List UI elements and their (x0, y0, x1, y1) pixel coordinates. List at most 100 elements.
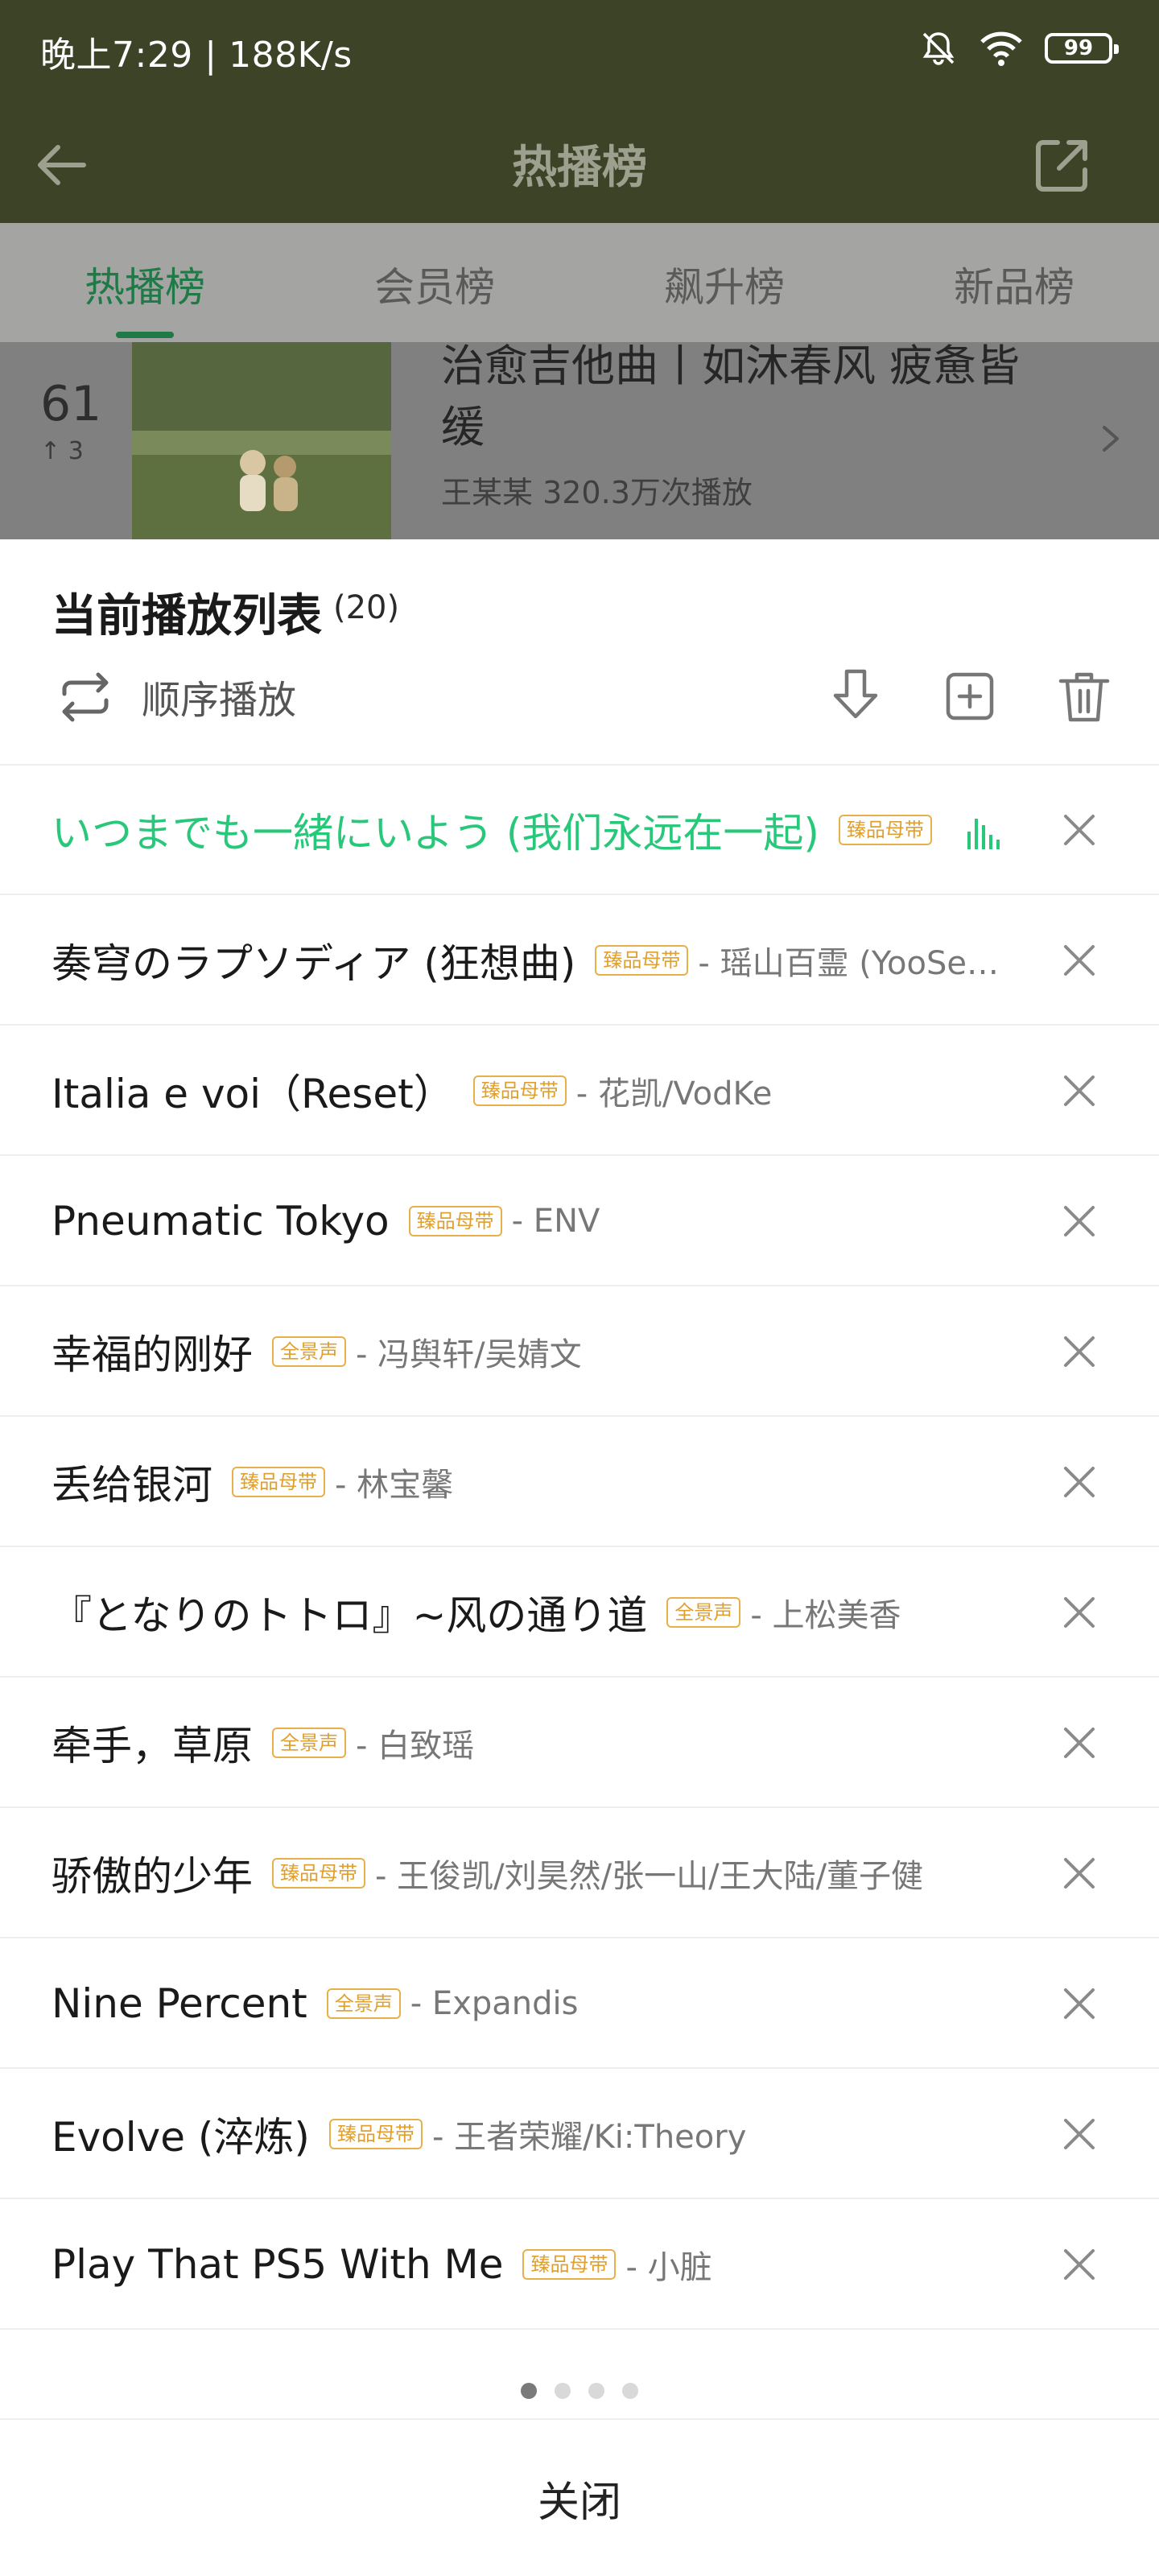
chart-list-item[interactable]: 61 ↑ 3 治愈吉他曲丨如沐春风 疲惫皆缓 王某某 320.3万次播放 (0, 341, 1159, 539)
page-dot (521, 2383, 537, 2399)
song-row-content: 幸福的刚好 全景声 - 冯舆轩/吴婧文 (52, 1286, 1017, 1417)
song-row[interactable]: Italia e voi（Reset） 臻品母带 - 花凯/VodKe (0, 1026, 1159, 1156)
quality-badge: 全景声 (272, 1336, 346, 1367)
sheet-header: 当前播放列表 (20) 顺序播放 (0, 539, 1159, 766)
tab-bar: 热播榜 会员榜 飙升榜 新品榜 (0, 223, 1159, 342)
song-artist: - 王者荣耀/Ki:Theory (431, 2119, 747, 2156)
tab-label: 会员榜 (374, 264, 495, 311)
page-indicator (0, 2375, 1159, 2407)
song-row[interactable]: Pneumatic Tokyo 臻品母带 - ENV (0, 1156, 1159, 1286)
song-row-content: 奏穹のラプソディア (狂想曲) 臻品母带 - 瑶山百霊 (YooSeeTwins) (52, 895, 1017, 1026)
tab-member[interactable]: 会员榜 (290, 223, 580, 342)
trash-icon[interactable] (1048, 660, 1120, 733)
song-name: 骄傲的少年 (52, 1853, 253, 1900)
remove-song-icon[interactable] (1061, 2246, 1098, 2283)
song-artist: - 白致瑶 (356, 1728, 475, 1765)
tab-new[interactable]: 新品榜 (869, 223, 1159, 342)
tab-label: 新品榜 (954, 264, 1074, 311)
song-name: 牵手，草原 (52, 1723, 253, 1769)
rank-change: ↑ 3 (40, 437, 84, 465)
up-arrow-icon: ↑ (40, 437, 61, 465)
song-row-content: いつまでも一緒にいよう (我们永远在一起) 臻品母带 (52, 765, 1017, 895)
song-row[interactable]: 幸福的刚好 全景声 - 冯舆轩/吴婧文 (0, 1286, 1159, 1417)
now-playing-equalizer-icon (967, 819, 1000, 849)
song-artist: - ENV (511, 1203, 600, 1240)
remove-song-icon[interactable] (1061, 1594, 1098, 1631)
song-row[interactable]: 奏穹のラプソディア (狂想曲) 臻品母带 - 瑶山百霊 (YooSeeTwins) (0, 895, 1159, 1026)
song-row-content: 『となりのトトロ』~风の通り道 全景声 - 上松美香 (52, 1547, 1017, 1678)
remove-song-icon[interactable] (1061, 1724, 1098, 1761)
quality-badge: 臻品母带 (595, 945, 689, 976)
quality-badge: 臻品母带 (522, 2249, 617, 2280)
song-name: 奏穹のラプソディア (狂想曲) (52, 940, 576, 987)
remove-song-icon[interactable] (1061, 1985, 1098, 2022)
song-artist: - 王俊凯/刘昊然/张一山/王大陆/董子健 (375, 1858, 924, 1895)
download-icon[interactable] (819, 660, 892, 733)
quality-badge: 臻品母带 (472, 1075, 567, 1106)
quality-badge: 全景声 (272, 1728, 346, 1758)
quality-badge: 臻品母带 (838, 815, 932, 845)
playlist-sheet: 当前播放列表 (20) 顺序播放 いつまでも一緒にいよう (我们永远在一起) 臻品… (0, 539, 1159, 2576)
background-app: 晚上7:29 | 188K/s 99 热播榜 热播榜 会员榜 飙升榜 新品榜 6… (0, 0, 1159, 547)
song-row-content: Nine Percent 全景声 - Expandis (52, 1938, 1017, 2069)
chart-item-meta: 王某某 320.3万次播放 (441, 475, 753, 510)
song-row-content: Evolve (淬炼) 臻品母带 - 王者荣耀/Ki:Theory (52, 2069, 1017, 2199)
repeat-icon[interactable] (53, 665, 118, 729)
remove-song-icon[interactable] (1061, 2116, 1098, 2153)
remove-song-icon[interactable] (1061, 811, 1098, 848)
chevron-right-icon (1103, 426, 1119, 452)
tab-label: 飙升榜 (664, 264, 785, 311)
chart-item-title: 治愈吉他曲丨如沐春风 疲惫皆缓 (441, 341, 1021, 452)
song-artist: - 冯舆轩/吴婧文 (356, 1336, 582, 1373)
song-row-content: Play That PS5 With Me 臻品母带 - 小脏 (52, 2199, 1017, 2330)
song-artist: - 瑶山百霊 (YooSeeTwins) (698, 945, 1017, 982)
quality-badge: 全景声 (326, 1988, 401, 2019)
quality-badge: 臻品母带 (232, 1467, 325, 1497)
song-artist: - Expandis (410, 1985, 579, 2022)
tab-hot[interactable]: 热播榜 (0, 223, 290, 342)
song-row[interactable]: 牵手，草原 全景声 - 白致瑶 (0, 1678, 1159, 1808)
tab-rising[interactable]: 飙升榜 (580, 223, 869, 342)
song-row[interactable]: Nine Percent 全景声 - Expandis (0, 1938, 1159, 2069)
page-dot (588, 2383, 604, 2399)
song-name: Play That PS5 With Me (52, 2241, 504, 2288)
battery-icon: 99 (1045, 33, 1119, 64)
song-row[interactable]: いつまでも一緒にいよう (我们永远在一起) 臻品母带 (0, 765, 1159, 895)
remove-song-icon[interactable] (1061, 1463, 1098, 1501)
nav-bar: 热播榜 (0, 101, 1159, 223)
share-icon[interactable] (1030, 133, 1095, 197)
song-row[interactable]: 丢给银河 臻品母带 - 林宝馨 (0, 1417, 1159, 1547)
quality-badge: 全景声 (666, 1597, 741, 1628)
song-row[interactable]: 骄傲的少年 臻品母带 - 王俊凯/刘昊然/张一山/王大陆/董子健 (0, 1808, 1159, 1938)
page-dot (622, 2383, 638, 2399)
song-name: Italia e voi（Reset） (52, 1071, 454, 1117)
mute-bell-icon (922, 32, 955, 65)
screen: 晚上7:29 | 188K/s 99 热播榜 热播榜 会员榜 飙升榜 新品榜 6… (0, 0, 1159, 2576)
playlist-count: (20) (333, 589, 400, 626)
song-name: Nine Percent (52, 1980, 307, 2027)
wifi-icon (980, 31, 1022, 66)
play-mode-label[interactable]: 顺序播放 (142, 668, 296, 724)
song-name: Pneumatic Tokyo (52, 1198, 390, 1245)
add-to-playlist-icon[interactable] (934, 660, 1006, 733)
remove-song-icon[interactable] (1061, 1333, 1098, 1370)
song-artist: - 小脏 (625, 2249, 712, 2286)
song-row[interactable]: 『となりのトトロ』~风の通り道 全景声 - 上松美香 (0, 1547, 1159, 1678)
close-button[interactable]: 关闭 (0, 2420, 1159, 2576)
quality-badge: 臻品母带 (408, 1206, 502, 1236)
song-row-content: 牵手，草原 全景声 - 白致瑶 (52, 1678, 1017, 1808)
remove-song-icon[interactable] (1061, 1855, 1098, 1892)
rank-number: 61 (40, 376, 102, 432)
song-row-content: Pneumatic Tokyo 臻品母带 - ENV (52, 1156, 1017, 1286)
song-name: 『となりのトトロ』~风の通り道 (52, 1592, 648, 1639)
sheet-title: 当前播放列表 (52, 590, 322, 642)
song-artist: - 林宝馨 (335, 1467, 454, 1504)
song-row-content: Italia e voi（Reset） 臻品母带 - 花凯/VodKe (52, 1026, 1017, 1156)
status-icons: 99 (919, 29, 1119, 68)
remove-song-icon[interactable] (1061, 1203, 1098, 1240)
remove-song-icon[interactable] (1061, 942, 1098, 979)
song-row[interactable]: Play That PS5 With Me 臻品母带 - 小脏 (0, 2199, 1159, 2330)
remove-song-icon[interactable] (1061, 1072, 1098, 1109)
song-name: 幸福的刚好 (52, 1331, 253, 1378)
song-row[interactable]: Evolve (淬炼) 臻品母带 - 王者荣耀/Ki:Theory (0, 2069, 1159, 2199)
